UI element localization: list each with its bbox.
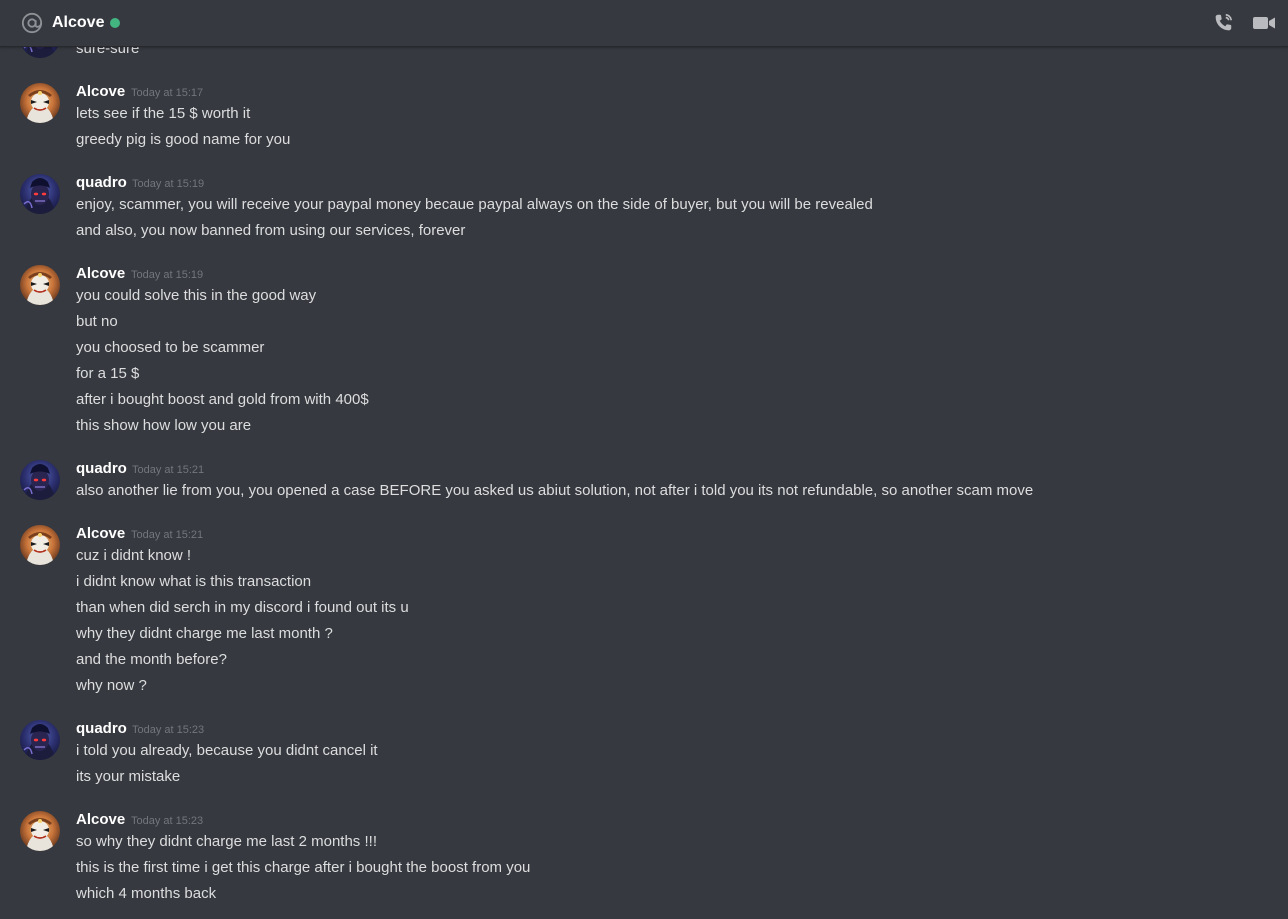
avatar[interactable] (20, 525, 60, 565)
message-text: for a 15 $ (76, 365, 140, 382)
message-text: and also, you now banned from using our … (76, 222, 466, 239)
username[interactable]: Alcove (76, 524, 125, 544)
avatar[interactable] (20, 460, 60, 500)
username[interactable]: Alcove (76, 810, 125, 830)
username[interactable]: Alcove (76, 82, 125, 102)
avatar[interactable] (20, 265, 60, 305)
message-text: after i bought boost and gold from with … (76, 391, 369, 408)
timestamp: Today at 15:23 (131, 815, 204, 827)
timestamp: Today at 15:19 (132, 178, 205, 190)
channel-header: Alcove (0, 0, 1288, 47)
message-text: its your mistake (76, 768, 181, 785)
message-text: this is the first time i get this charge… (76, 859, 531, 876)
timestamp: Today at 15:17 (131, 87, 204, 99)
avatar[interactable] (20, 811, 60, 851)
message-text: i told you already, because you didnt ca… (76, 742, 378, 759)
message-text: why they didnt charge me last month ? (76, 625, 333, 642)
timestamp: Today at 15:21 (132, 464, 205, 476)
avatar[interactable] (20, 83, 60, 123)
timestamp: Today at 15:21 (131, 529, 204, 541)
message-text: why now ? (76, 677, 147, 694)
message-text: but no (76, 313, 118, 330)
timestamp: Today at 15:19 (131, 269, 204, 281)
message-text: so why they didnt charge me last 2 month… (76, 833, 377, 850)
message-text: which 4 months back (76, 885, 217, 902)
username[interactable]: Alcove (76, 264, 125, 284)
message-text: lets see if the 15 $ worth it (76, 105, 251, 122)
username[interactable]: quadro (76, 719, 127, 739)
channel-title: Alcove (52, 14, 105, 31)
message-text: also another lie from you, you opened a … (76, 482, 1034, 499)
at-icon (21, 12, 43, 34)
username[interactable]: quadro (76, 459, 127, 479)
avatar[interactable] (20, 174, 60, 214)
username[interactable]: quadro (76, 173, 127, 193)
message-text: this show how low you are (76, 417, 252, 434)
message-text: enjoy, scammer, you will receive your pa… (76, 196, 873, 213)
message-text: greedy pig is good name for you (76, 131, 291, 148)
message-text: i didnt know what is this transaction (76, 573, 312, 590)
avatar[interactable] (20, 720, 60, 760)
message-text: than when did serch in my discord i foun… (76, 599, 409, 616)
message-text: you choosed to be scammer (76, 339, 265, 356)
voice-call-icon[interactable] (1212, 12, 1234, 34)
message-text: and the month before? (76, 651, 227, 668)
video-call-icon[interactable] (1252, 13, 1276, 33)
message-list: sure-sure Alcove Today at 15:17 lets see… (0, 0, 1288, 919)
online-status-indicator (110, 18, 120, 28)
timestamp: Today at 15:23 (132, 724, 205, 736)
message-text: you could solve this in the good way (76, 287, 317, 304)
message-text: cuz i didnt know ! (76, 547, 192, 564)
